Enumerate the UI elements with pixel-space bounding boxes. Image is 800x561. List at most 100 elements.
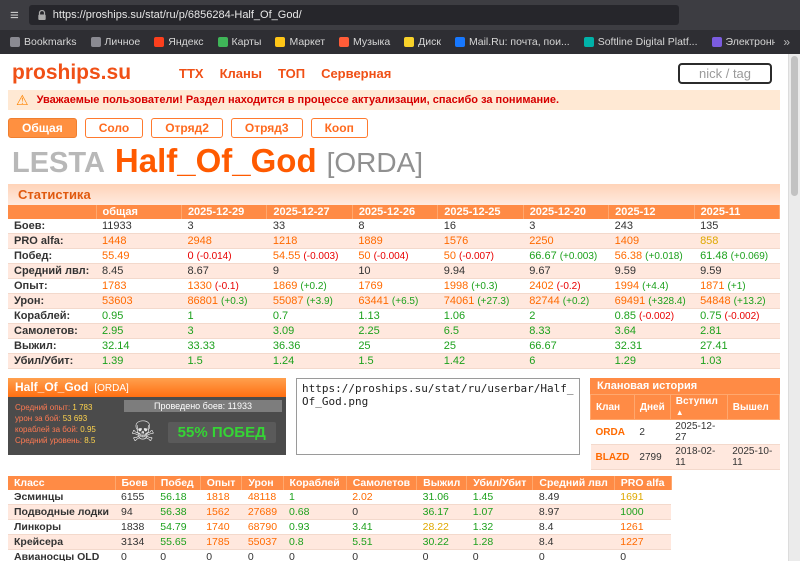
stat-cell: 27.41 bbox=[694, 339, 779, 354]
class-value: 94 bbox=[121, 506, 133, 518]
class-row: Эсминцы615556.1818184811812.0231.061.458… bbox=[8, 490, 671, 505]
stats-column-header: общая bbox=[96, 205, 181, 219]
class-cell: 68790 bbox=[242, 520, 283, 535]
class-cell: 56.18 bbox=[154, 490, 200, 505]
stat-value: 1409 bbox=[615, 235, 639, 247]
class-cell: 0.68 bbox=[283, 505, 346, 520]
stat-value: 2.25 bbox=[358, 325, 379, 337]
class-value: 8.4 bbox=[539, 536, 554, 548]
bookmark-item[interactable]: Маркет bbox=[275, 36, 325, 48]
clan-history: Клановая история КланДнейВступил ▲Вышел … bbox=[590, 378, 780, 470]
class-column-header: Боев bbox=[115, 476, 154, 490]
stat-value: 1.03 bbox=[700, 355, 721, 367]
stat-cell: 1218 bbox=[267, 234, 352, 249]
stats-column-header: 2025-12 bbox=[609, 205, 694, 219]
stat-value: 858 bbox=[700, 235, 718, 247]
stat-delta: (+1) bbox=[728, 281, 746, 292]
site-logo[interactable]: proships.su bbox=[12, 61, 131, 85]
userbar-right: Проведено боев: 11933 ☠ 55% ПОБЕД bbox=[124, 400, 282, 452]
bookmark-item[interactable]: Яндекс bbox=[154, 36, 203, 48]
bookmark-label: Музыка bbox=[353, 36, 390, 48]
stat-delta: (-0.014) bbox=[197, 251, 232, 262]
class-value: 0 bbox=[289, 551, 295, 561]
tab-Соло[interactable]: Соло bbox=[85, 118, 144, 138]
player-clan-tag[interactable]: [ORDA] bbox=[327, 147, 423, 179]
bookmark-item[interactable]: Музыка bbox=[339, 36, 390, 48]
stat-cell: 3 bbox=[181, 324, 266, 339]
clan-name-cell[interactable]: ORDA bbox=[591, 420, 635, 445]
stat-cell: 8 bbox=[352, 219, 437, 234]
page-scrollbar[interactable] bbox=[788, 54, 800, 561]
clan-cell: 2025-12-27 bbox=[670, 420, 727, 445]
stats-row-label: Убил/Убит: bbox=[8, 354, 96, 369]
bookmark-item[interactable]: Карты bbox=[218, 36, 262, 48]
stats-column-header: 2025-12-29 bbox=[181, 205, 266, 219]
stats-row-label: PRO alfa: bbox=[8, 234, 96, 249]
clan-column-header[interactable]: Вступил ▲ bbox=[670, 395, 727, 420]
stat-value: 66.67 bbox=[529, 340, 557, 352]
class-cell: 1740 bbox=[200, 520, 242, 535]
bookmark-favicon bbox=[91, 37, 101, 47]
class-column-header: Опыт bbox=[200, 476, 242, 490]
bookmark-item[interactable]: Электронный дневн... bbox=[712, 36, 776, 48]
clan-row: BLAZD27992018-02-112025-10-11 bbox=[591, 445, 780, 470]
bookmarks-overflow-icon[interactable]: » bbox=[775, 35, 790, 49]
nav-link[interactable]: Кланы bbox=[220, 66, 262, 81]
nav-link[interactable]: Серверная bbox=[321, 66, 391, 81]
class-column-header: Класс bbox=[8, 476, 115, 490]
stat-cell: 32.14 bbox=[96, 339, 181, 354]
userbar-stat-value: 8.5 bbox=[84, 436, 95, 445]
stat-cell: 1889 bbox=[352, 234, 437, 249]
stat-cell: 1409 bbox=[609, 234, 694, 249]
stat-cell: 0.85(-0.002) bbox=[609, 309, 694, 324]
class-column-header: Побед bbox=[154, 476, 200, 490]
tab-Кооп[interactable]: Кооп bbox=[311, 118, 368, 138]
userbar-url-textarea[interactable]: https://proships.su/stat/ru/userbar/Half… bbox=[296, 378, 580, 455]
stat-cell: 56.38(+0.018) bbox=[609, 249, 694, 264]
stat-cell: 0(-0.014) bbox=[181, 249, 266, 264]
nav-link[interactable]: ТОП bbox=[278, 66, 305, 81]
bookmark-label: Bookmarks bbox=[24, 36, 77, 48]
stat-delta: (+6.5) bbox=[392, 296, 418, 307]
bookmark-item[interactable]: Softline Digital Platf... bbox=[584, 36, 698, 48]
bookmark-label: Личное bbox=[105, 36, 141, 48]
stats-column-header: 2025-12-25 bbox=[438, 205, 523, 219]
tab-Отряд2[interactable]: Отряд2 bbox=[151, 118, 223, 138]
stat-cell: 25 bbox=[438, 339, 523, 354]
clan-header-row: КланДнейВступил ▲Вышел bbox=[591, 395, 780, 420]
stat-cell: 33.33 bbox=[181, 339, 266, 354]
nick-tag-search-input[interactable]: nick / tag bbox=[678, 63, 772, 84]
clan-name-cell[interactable]: BLAZD bbox=[591, 445, 635, 470]
bookmark-item[interactable]: Диск bbox=[404, 36, 441, 48]
bookmark-favicon bbox=[455, 37, 465, 47]
stat-cell: 86801(+0.3) bbox=[181, 294, 266, 309]
stat-value: 1448 bbox=[102, 235, 126, 247]
class-value: 0.8 bbox=[289, 536, 304, 548]
tab-Отряд3[interactable]: Отряд3 bbox=[231, 118, 303, 138]
userbar-section: Half_Of_God [ORDA] Средний опыт: 1 783ур… bbox=[8, 378, 780, 470]
stat-cell: 3.64 bbox=[609, 324, 694, 339]
class-row: Крейсера313455.651785550370.85.5130.221.… bbox=[8, 535, 671, 550]
class-cell: 0 bbox=[346, 550, 416, 561]
nav-link[interactable]: ТТХ bbox=[179, 66, 204, 81]
stat-cell: 6.5 bbox=[438, 324, 523, 339]
tab-Общая[interactable]: Общая bbox=[8, 118, 77, 138]
stat-value: 3 bbox=[529, 220, 535, 232]
userbar-stat-label: кораблей за бой: bbox=[15, 425, 80, 434]
clan-cell: 2799 bbox=[634, 445, 670, 470]
bookmark-item[interactable]: Личное bbox=[91, 36, 141, 48]
stat-delta: (+0.2) bbox=[563, 296, 589, 307]
stat-cell: 243 bbox=[609, 219, 694, 234]
stat-cell: 69491(+328.4) bbox=[609, 294, 694, 309]
url-bar[interactable]: https://proships.su/stat/ru/p/6856284-Ha… bbox=[29, 5, 679, 25]
bookmark-item[interactable]: Mail.Ru: почта, пои... bbox=[455, 36, 570, 48]
stat-value: 1.5 bbox=[358, 355, 373, 367]
stat-delta: (+0.018) bbox=[645, 251, 683, 262]
scrollbar-thumb[interactable] bbox=[791, 56, 798, 196]
menu-icon[interactable]: ≡ bbox=[10, 7, 19, 24]
stat-value: 8.67 bbox=[187, 265, 208, 277]
stat-delta: (+0.069) bbox=[731, 251, 769, 262]
bookmark-item[interactable]: Bookmarks bbox=[10, 36, 77, 48]
stat-cell: 63441(+6.5) bbox=[352, 294, 437, 309]
stat-value: 74061 bbox=[444, 295, 475, 307]
